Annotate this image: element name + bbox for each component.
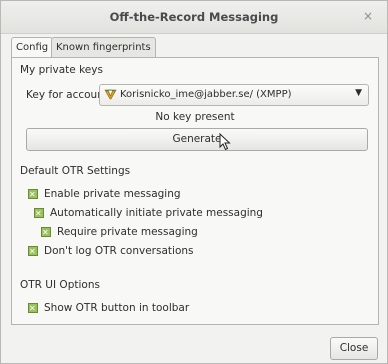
checkbox-label: Automatically initiate private messaging [50, 207, 263, 219]
config-panel: My private keys Key for account: Korisni… [11, 57, 379, 325]
tab-known-fingerprints[interactable]: Known fingerprints [51, 37, 156, 57]
window-close-icon[interactable]: × [363, 9, 373, 23]
window-title: Off-the-Record Messaging [109, 10, 279, 24]
default-otr-settings-title: Default OTR Settings [20, 165, 131, 177]
show-otr-button-checkbox[interactable]: Show OTR button in toolbar [28, 301, 190, 316]
chevron-down-icon: ▼ [355, 88, 362, 98]
otr-dialog: Off-the-Record Messaging × Config Known … [0, 0, 388, 364]
jabber-xmpp-icon [104, 88, 117, 104]
checkbox-checked-icon [28, 245, 38, 259]
dont-log-otr-checkbox[interactable]: Don't log OTR conversations [28, 244, 194, 259]
account-select-value: Korisnicko_ime@jabber.se/ (XMPP) [120, 89, 292, 100]
private-keys-section-title: My private keys [20, 64, 103, 76]
close-button[interactable]: Close [330, 337, 378, 360]
checkbox-label: Require private messaging [57, 226, 198, 238]
require-private-messaging-checkbox[interactable]: Require private messaging [41, 225, 198, 240]
title-bar[interactable]: Off-the-Record Messaging × [1, 1, 387, 34]
key-status: No key present [155, 111, 235, 123]
mouse-cursor-icon [219, 132, 231, 154]
checkbox-label: Show OTR button in toolbar [44, 302, 190, 314]
checkbox-checked-icon [28, 302, 38, 316]
checkbox-label: Enable private messaging [44, 188, 181, 200]
account-select[interactable]: Korisnicko_ime@jabber.se/ (XMPP) ▼ [99, 84, 369, 106]
otr-ui-options-title: OTR UI Options [20, 279, 100, 291]
tab-config[interactable]: Config [11, 37, 54, 58]
generate-button[interactable]: Generate [26, 128, 368, 151]
checkbox-checked-icon [34, 207, 44, 221]
auto-initiate-checkbox[interactable]: Automatically initiate private messaging [34, 206, 263, 221]
checkbox-label: Don't log OTR conversations [44, 245, 194, 257]
checkbox-checked-icon [28, 188, 38, 202]
checkbox-checked-icon [41, 226, 51, 240]
enable-private-messaging-checkbox[interactable]: Enable private messaging [28, 187, 181, 202]
